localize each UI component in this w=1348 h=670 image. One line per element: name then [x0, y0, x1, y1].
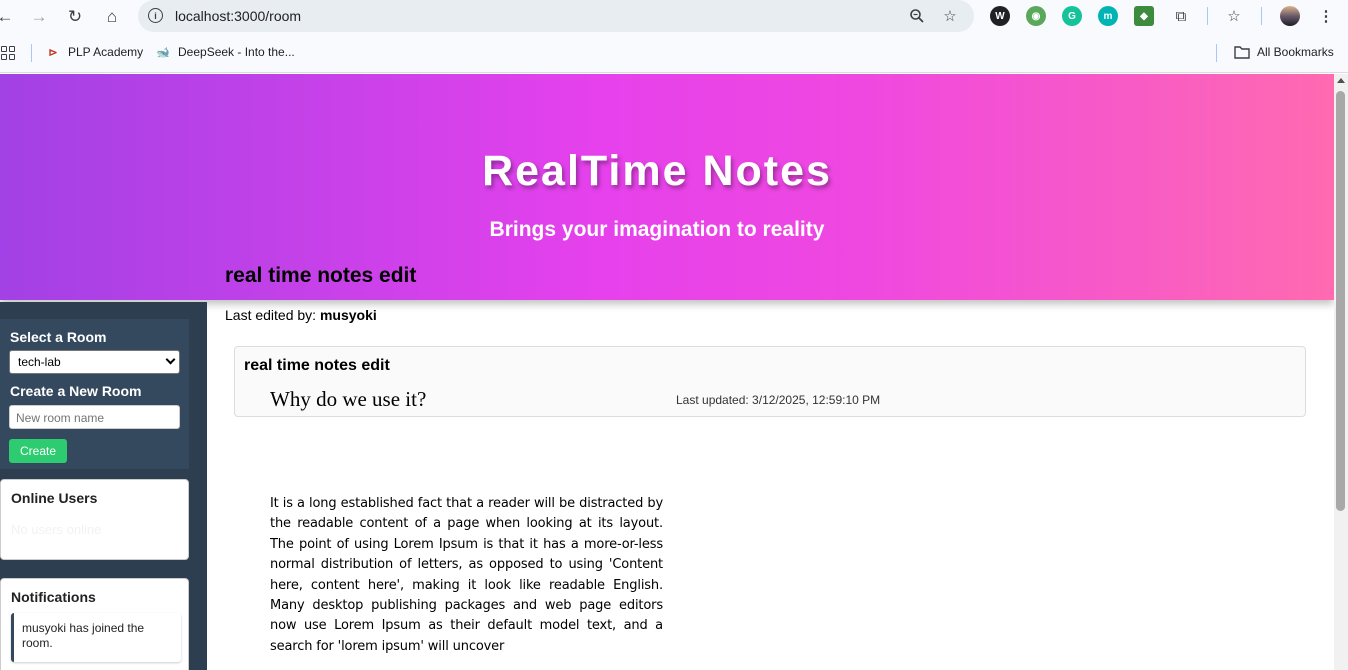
- apps-grid-icon[interactable]: [1, 46, 15, 60]
- reading-list-icon[interactable]: ☆: [1224, 6, 1244, 26]
- plp-academy-icon: ⊳: [48, 46, 58, 59]
- scroll-thumb[interactable]: [1336, 91, 1345, 511]
- forward-icon[interactable]: →: [26, 4, 52, 30]
- create-room-label: Create a New Room: [10, 383, 142, 399]
- bookmark-deepseek[interactable]: 🐋 DeepSeek - Into the...: [155, 44, 295, 60]
- all-bookmarks-label: All Bookmarks: [1257, 45, 1334, 59]
- room-select[interactable]: tech-lab: [9, 350, 180, 374]
- reload-icon[interactable]: ↻: [62, 4, 88, 30]
- notifications-panel: Notifications musyoki has joined the roo…: [0, 578, 189, 670]
- m-extension-icon[interactable]: m: [1098, 6, 1118, 26]
- note-last-updated: Last updated: 3/12/2025, 12:59:10 PM: [676, 393, 881, 407]
- last-edited-user: musyoki: [319, 307, 377, 323]
- last-edited: Last edited by: musyoki: [225, 307, 377, 323]
- home-icon[interactable]: ⌂: [99, 4, 125, 30]
- bookmark-label: PLP Academy: [68, 45, 144, 59]
- notification-item: musyoki has joined the room.: [11, 613, 181, 662]
- room-panel: Select a Room tech-lab Create a New Room…: [0, 319, 189, 469]
- page-title: real time notes edit: [225, 264, 417, 287]
- note-body[interactable]: It is a long established fact that a rea…: [270, 494, 663, 657]
- page-scrollbar[interactable]: [1334, 74, 1348, 670]
- download-manager-extension-icon[interactable]: ◆: [1134, 6, 1154, 26]
- note-card[interactable]: real time notes edit Why do we use it? L…: [234, 346, 1306, 417]
- extensions-puzzle-icon[interactable]: ⧉: [1171, 6, 1191, 26]
- toolbar-divider: [1261, 7, 1262, 25]
- last-edited-prefix: Last edited by:: [225, 307, 317, 323]
- online-users-empty: No users online: [11, 522, 102, 537]
- site-info-icon[interactable]: i: [148, 8, 163, 23]
- profile-avatar[interactable]: [1280, 6, 1300, 26]
- bookmark-star-icon[interactable]: ☆: [940, 6, 960, 26]
- back-icon[interactable]: ←: [0, 4, 18, 30]
- toolbar-divider: [1207, 7, 1208, 25]
- scroll-up-arrow-icon[interactable]: [1337, 78, 1345, 83]
- menu-kebab-icon[interactable]: ⋮: [1316, 6, 1336, 26]
- folder-icon: [1234, 44, 1250, 60]
- address-bar[interactable]: i localhost:3000/room ☆: [138, 0, 974, 32]
- note-title: real time notes edit: [244, 357, 390, 374]
- bookmarks-divider: [1216, 44, 1217, 62]
- notifications-title: Notifications: [11, 589, 96, 605]
- new-room-input[interactable]: New room name: [9, 405, 180, 429]
- hero-banner: RealTime Notes Brings your imagination t…: [0, 74, 1334, 300]
- bookmarks-bar: ⊳ PLP Academy 🐋 DeepSeek - Into the... A…: [0, 33, 1348, 73]
- hero-subtitle: Brings your imagination to reality: [489, 218, 825, 241]
- online-users-panel: Online Users No users online: [0, 479, 189, 560]
- select-room-label: Select a Room: [10, 329, 107, 345]
- sidebar: Select a Room tech-lab Create a New Room…: [0, 302, 207, 670]
- android-extension-icon[interactable]: ◉: [1026, 6, 1046, 26]
- browser-toolbar: ← → ↻ ⌂ i localhost:3000/room ☆ W ◉ G m …: [0, 0, 1348, 33]
- all-bookmarks-button[interactable]: All Bookmarks: [1234, 44, 1334, 60]
- grammarly-extension-icon[interactable]: G: [1062, 6, 1082, 26]
- bookmark-plp-academy[interactable]: ⊳ PLP Academy: [45, 44, 143, 60]
- hero-title: RealTime Notes: [482, 147, 832, 195]
- url-text[interactable]: localhost:3000/room: [175, 8, 301, 24]
- bookmark-label: DeepSeek - Into the...: [178, 45, 295, 59]
- wordpress-extension-icon[interactable]: W: [990, 6, 1010, 26]
- room-select-value: tech-lab: [18, 355, 61, 369]
- bookmarks-divider: [31, 44, 32, 62]
- zoom-icon[interactable]: [907, 6, 927, 26]
- online-users-title: Online Users: [11, 490, 98, 506]
- note-heading: Why do we use it?: [270, 387, 427, 411]
- create-room-button[interactable]: Create: [9, 439, 67, 463]
- deepseek-whale-icon: 🐋: [156, 46, 170, 59]
- chevron-down-icon: [165, 354, 176, 365]
